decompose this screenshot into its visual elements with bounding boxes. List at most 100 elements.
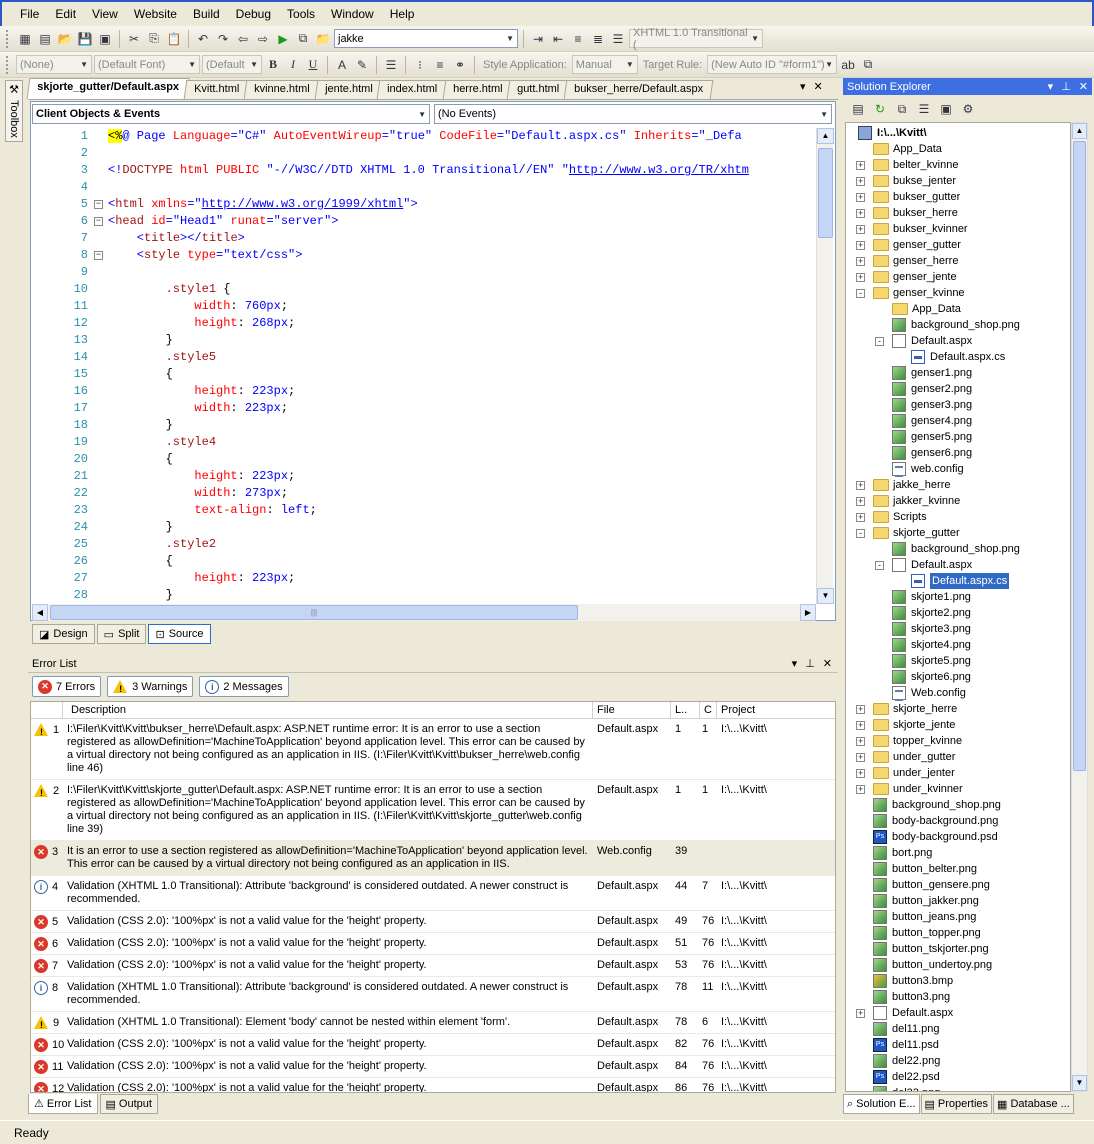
error-row[interactable]: i 4 Validation (XHTML 1.0 Transitional): A… bbox=[31, 876, 835, 911]
column-header-line[interactable]: L.. bbox=[671, 702, 700, 719]
column-header-project[interactable]: Project bbox=[717, 702, 835, 719]
expand-collapse-icon[interactable]: + bbox=[856, 769, 865, 778]
outdent-icon[interactable]: ⇤ bbox=[549, 30, 567, 48]
doctype-combo[interactable]: XHTML 1.0 Transitional (▼ bbox=[629, 27, 763, 51]
tree-item-app-data[interactable]: App_Data bbox=[873, 141, 942, 157]
tree-item-genser4-png[interactable]: genser4.png bbox=[892, 413, 972, 429]
toolbox-tab[interactable]: ⚒ Toolbox bbox=[5, 80, 23, 142]
tree-item-button3-bmp[interactable]: button3.bmp bbox=[873, 973, 953, 989]
bold-icon[interactable]: B bbox=[264, 56, 282, 74]
expand-collapse-icon[interactable]: + bbox=[856, 497, 865, 506]
tree-item-genser2-png[interactable]: genser2.png bbox=[892, 381, 972, 397]
new-project-icon[interactable]: ▦ bbox=[16, 30, 34, 48]
expand-collapse-icon[interactable]: + bbox=[856, 1009, 865, 1018]
new-style-icon[interactable]: ⧉ bbox=[859, 56, 877, 74]
scroll-thumb[interactable] bbox=[1073, 141, 1086, 771]
scroll-thumb[interactable] bbox=[818, 148, 833, 238]
tree-item-background-shop-png[interactable]: background_shop.png bbox=[892, 317, 1020, 333]
tab-source[interactable]: ⊡ Source bbox=[148, 624, 211, 644]
tree-item-bukse-jenter[interactable]: bukse_jenter bbox=[873, 173, 956, 189]
tree-item-skjorte3-png[interactable]: skjorte3.png bbox=[892, 621, 971, 637]
scroll-right-icon[interactable]: ▶ bbox=[800, 604, 816, 621]
highlight-icon[interactable]: ✎ bbox=[353, 56, 371, 74]
document-tab[interactable]: skjorte_gutter/Default.aspx bbox=[26, 78, 190, 99]
document-tab[interactable]: index.html bbox=[377, 80, 448, 99]
messages-filter-button[interactable]: i2 Messages bbox=[199, 676, 289, 697]
properties-icon[interactable]: ▤ bbox=[849, 100, 867, 118]
tree-item-genser1-png[interactable]: genser1.png bbox=[892, 365, 972, 381]
font-color-icon[interactable]: A bbox=[333, 56, 351, 74]
font-combo[interactable]: (Default Font) ▼ bbox=[94, 55, 200, 74]
column-header-file[interactable]: File bbox=[593, 702, 671, 719]
tree-item-default-aspx[interactable]: Default.aspx bbox=[892, 557, 972, 573]
tree-item-i-kvitt-[interactable]: I:\...\Kvitt\ bbox=[858, 125, 927, 141]
tree-item-default-aspx-cs[interactable]: Default.aspx.cs bbox=[911, 349, 1005, 365]
add-item-icon[interactable]: ▤ bbox=[36, 30, 54, 48]
tree-item-under-jenter[interactable]: under_jenter bbox=[873, 765, 955, 781]
toolbar-grip[interactable] bbox=[6, 29, 10, 48]
tree-item-default-aspx[interactable]: Default.aspx bbox=[892, 333, 972, 349]
column-header-description[interactable]: Description bbox=[63, 702, 593, 719]
menu-item-build[interactable]: Build bbox=[185, 7, 228, 21]
error-row[interactable]: ! 1 I:\Filer\Kvitt\Kvitt\bukser_herre\Defa… bbox=[31, 719, 835, 780]
style-application-combo[interactable]: Manual ▼ bbox=[571, 55, 638, 74]
tree-item-belter-kvinne[interactable]: belter_kvinne bbox=[873, 157, 958, 173]
tree-item-bort-png[interactable]: bort.png bbox=[873, 845, 932, 861]
error-row[interactable]: ✕ 3 It is an error to use a section regist… bbox=[31, 841, 835, 876]
close-icon[interactable]: ✕ bbox=[1079, 80, 1088, 93]
events-combo[interactable]: (No Events) ▼ bbox=[434, 104, 832, 124]
client-objects-combo[interactable]: Client Objects & Events ▼ bbox=[32, 104, 430, 124]
tree-item-button-undertoy-png[interactable]: button_undertoy.png bbox=[873, 957, 992, 973]
tree-item-skjorte5-png[interactable]: skjorte5.png bbox=[892, 653, 971, 669]
expand-collapse-icon[interactable]: + bbox=[856, 177, 865, 186]
error-row[interactable]: ✕ 6 Validation (CSS 2.0): '100%px' is not … bbox=[31, 933, 835, 955]
tree-item-topper-kvinne[interactable]: topper_kvinne bbox=[873, 733, 962, 749]
toolbar-grip[interactable] bbox=[6, 55, 10, 74]
tree-item-background-shop-png[interactable]: background_shop.png bbox=[873, 797, 1001, 813]
tree-item-genser-kvinne[interactable]: genser_kvinne bbox=[873, 285, 965, 301]
expand-collapse-icon[interactable]: - bbox=[875, 337, 884, 346]
undo-icon[interactable]: ↶ bbox=[194, 30, 212, 48]
error-row[interactable]: ✕ 12 Validation (CSS 2.0): '100%px' is not… bbox=[31, 1078, 835, 1092]
error-row[interactable]: i 8 Validation (XHTML 1.0 Transitional): A… bbox=[31, 977, 835, 1012]
copy-website-icon[interactable]: ⚙ bbox=[959, 100, 977, 118]
scroll-down-icon[interactable]: ▼ bbox=[817, 588, 834, 604]
tree-item-background-shop-png[interactable]: background_shop.png bbox=[892, 541, 1020, 557]
tab-list-icon[interactable]: ▾ bbox=[800, 80, 806, 93]
expand-collapse-icon[interactable]: + bbox=[856, 273, 865, 282]
document-tab[interactable]: gutt.html bbox=[506, 80, 570, 99]
uncomment-icon[interactable]: ≣ bbox=[589, 30, 607, 48]
scroll-down-icon[interactable]: ▼ bbox=[1072, 1075, 1087, 1091]
tree-item-skjorte1-png[interactable]: skjorte1.png bbox=[892, 589, 971, 605]
apply-style-icon[interactable]: ab bbox=[839, 56, 857, 74]
font-size-combo[interactable]: (Default ▼ bbox=[202, 55, 262, 74]
tab-properties[interactable]: ▤ Properties bbox=[920, 1094, 993, 1114]
menu-item-website[interactable]: Website bbox=[126, 7, 185, 21]
column-header-icon[interactable] bbox=[31, 702, 63, 719]
tree-item-genser3-png[interactable]: genser3.png bbox=[892, 397, 972, 413]
collapse-outline-icon[interactable]: − bbox=[94, 251, 103, 260]
error-row[interactable]: ! 2 I:\Filer\Kvitt\Kvitt\skjorte_gutter\De… bbox=[31, 780, 835, 841]
tree-item-skjorte2-png[interactable]: skjorte2.png bbox=[892, 605, 971, 621]
tree-item-default-aspx-cs[interactable]: Default.aspx.cs bbox=[911, 573, 1010, 589]
tree-item-bukser-gutter[interactable]: bukser_gutter bbox=[873, 189, 960, 205]
expand-collapse-icon[interactable]: - bbox=[856, 529, 865, 538]
solution-tree-scrollbar[interactable]: ▲ ▼ bbox=[1071, 122, 1088, 1092]
expand-collapse-icon[interactable]: + bbox=[856, 225, 865, 234]
tree-item-genser-jente[interactable]: genser_jente bbox=[873, 269, 957, 285]
refresh-icon[interactable]: ↻ bbox=[871, 100, 889, 118]
tree-item-button-jakker-png[interactable]: button_jakker.png bbox=[873, 893, 979, 909]
copy-icon[interactable]: ⎘ bbox=[145, 30, 163, 48]
tab-output[interactable]: ▤ Output bbox=[99, 1094, 158, 1114]
tree-item-button-belter-png[interactable]: button_belter.png bbox=[873, 861, 977, 877]
tree-item-del33-png[interactable]: del33.png bbox=[873, 1085, 940, 1091]
tree-item-under-gutter[interactable]: under_gutter bbox=[873, 749, 955, 765]
block-format-combo[interactable]: (None) ▼ bbox=[16, 55, 92, 74]
tree-item-default-aspx[interactable]: Default.aspx bbox=[873, 1005, 953, 1021]
save-icon[interactable]: 💾 bbox=[76, 30, 94, 48]
build-icon[interactable]: ⧉ bbox=[294, 30, 312, 48]
expand-collapse-icon[interactable]: - bbox=[875, 561, 884, 570]
error-row[interactable]: ✕ 5 Validation (CSS 2.0): '100%px' is not … bbox=[31, 911, 835, 933]
menu-item-edit[interactable]: Edit bbox=[47, 7, 84, 21]
tree-item-button3-png[interactable]: button3.png bbox=[873, 989, 950, 1005]
